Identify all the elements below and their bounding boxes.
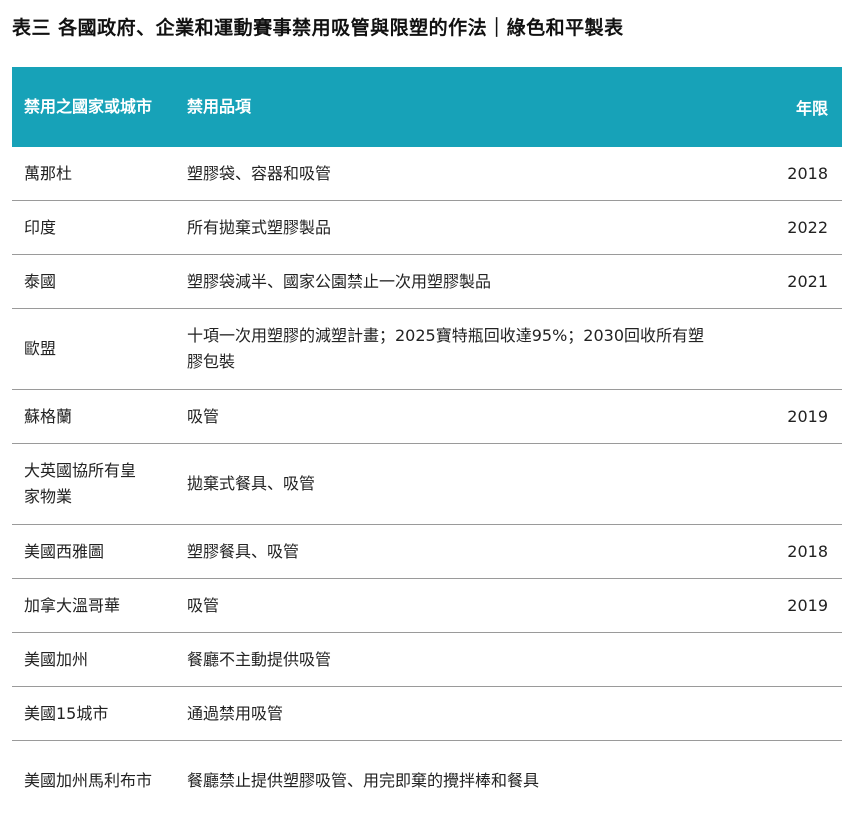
cell-region: 美國加州馬利布市 xyxy=(24,771,153,790)
table-row: 萬那杜 塑膠袋、容器和吸管 2018 xyxy=(12,147,842,201)
table-row: 歐盟 十項一次用塑膠的減塑計畫；2025寶特瓶回收達95%；2030回收所有塑膠… xyxy=(12,309,842,390)
cell-region: 美國西雅圖 xyxy=(24,541,105,561)
cell-region: 美國加州 xyxy=(24,649,89,669)
cell-items: 餐廳禁止提供塑膠吸管、用完即棄的攪拌棒和餐具 xyxy=(187,771,540,790)
cell-region: 蘇格蘭 xyxy=(24,406,73,426)
cell-region: 泰國 xyxy=(24,271,57,291)
table-row: 美國15城市 通過禁用吸管 xyxy=(12,687,842,741)
cell-items: 塑膠袋、容器和吸管 xyxy=(187,163,332,183)
cell-items: 塑膠餐具、吸管 xyxy=(187,541,300,561)
cell-items: 塑膠袋減半、國家公園禁止一次用塑膠製品 xyxy=(187,271,492,291)
cell-year: 2019 xyxy=(787,407,828,426)
cell-year: 2018 xyxy=(787,164,828,183)
cell-year: 2018 xyxy=(787,542,828,561)
table-row: 印度 所有拋棄式塑膠製品 2022 xyxy=(12,201,842,255)
table-row: 美國加州 餐廳不主動提供吸管 xyxy=(12,633,842,687)
cell-region: 大英國協所有皇家物業 xyxy=(24,461,137,506)
table-header: 禁用之國家或城市 禁用品項 年限 xyxy=(12,67,842,147)
table-row: 美國加州馬利布市 餐廳禁止提供塑膠吸管、用完即棄的攪拌棒和餐具 xyxy=(12,741,842,821)
cell-region: 歐盟 xyxy=(24,339,57,358)
cell-items: 拋棄式餐具、吸管 xyxy=(187,474,316,493)
header-region: 禁用之國家或城市 xyxy=(24,97,153,116)
cell-region: 萬那杜 xyxy=(24,163,73,183)
table-row: 美國西雅圖 塑膠餐具、吸管 2018 xyxy=(12,525,842,579)
cell-year: 2021 xyxy=(787,272,828,291)
header-items: 禁用品項 xyxy=(187,97,252,116)
table-row: 加拿大溫哥華 吸管 2019 xyxy=(12,579,842,633)
ban-table: 禁用之國家或城市 禁用品項 年限 萬那杜 塑膠袋、容器和吸管 2018 印度 所… xyxy=(12,67,842,821)
table-row: 大英國協所有皇家物業 拋棄式餐具、吸管 xyxy=(12,444,842,525)
table-row: 泰國 塑膠袋減半、國家公園禁止一次用塑膠製品 2021 xyxy=(12,255,842,309)
cell-items: 吸管 xyxy=(187,406,220,426)
cell-items: 餐廳不主動提供吸管 xyxy=(187,649,332,669)
header-year: 年限 xyxy=(795,99,828,118)
cell-year: 2022 xyxy=(787,218,828,237)
cell-region: 印度 xyxy=(24,217,57,237)
page-title: 表三 各國政府、企業和運動賽事禁用吸管與限塑的作法｜綠色和平製表 xyxy=(12,17,624,39)
cell-items: 通過禁用吸管 xyxy=(187,703,284,723)
cell-items: 十項一次用塑膠的減塑計畫；2025寶特瓶回收達95%；2030回收所有塑膠包裝 xyxy=(187,326,705,371)
cell-region: 美國15城市 xyxy=(24,703,109,723)
cell-items: 吸管 xyxy=(187,595,220,615)
table-row: 蘇格蘭 吸管 2019 xyxy=(12,390,842,444)
cell-region: 加拿大溫哥華 xyxy=(24,595,121,615)
cell-year: 2019 xyxy=(787,596,828,615)
cell-items: 所有拋棄式塑膠製品 xyxy=(187,217,332,237)
